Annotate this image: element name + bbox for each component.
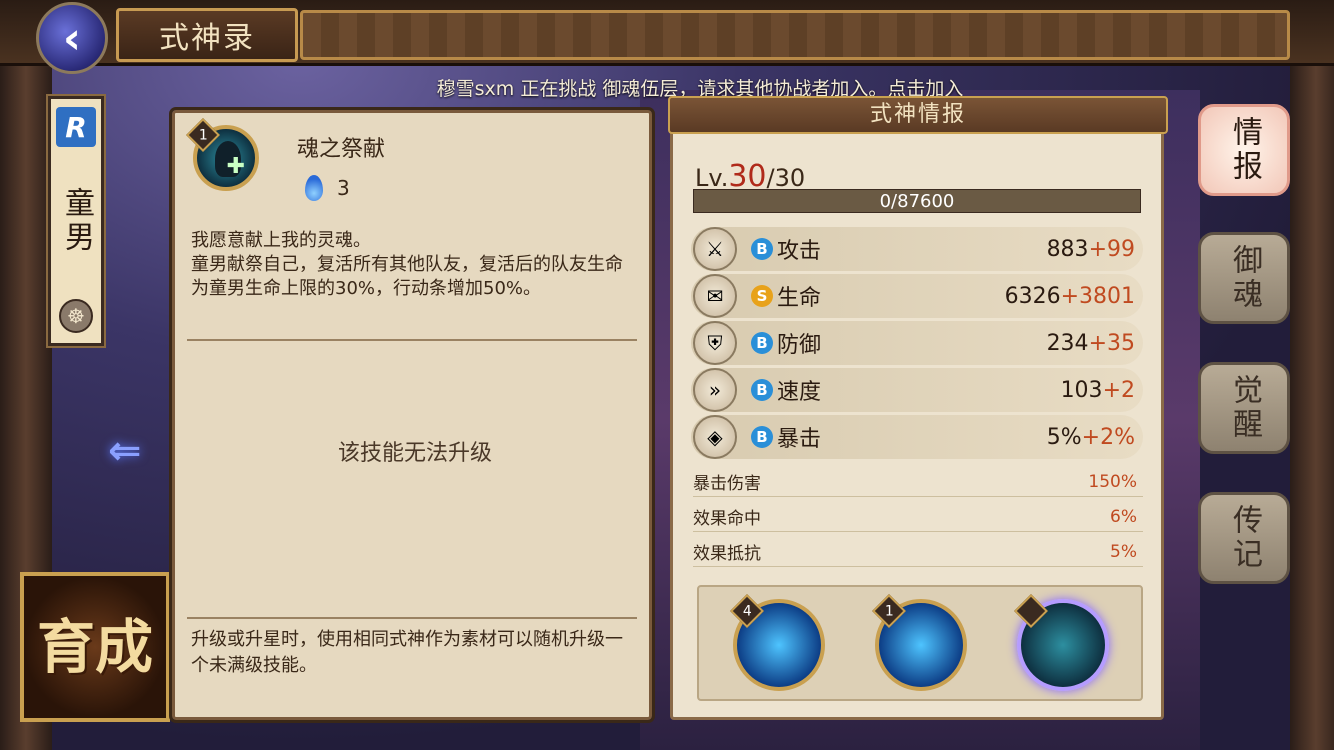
- stat-name: 暴击: [777, 427, 822, 452]
- skill-description: 我愿意献上我的灵魂。 童男献祭自己，复活所有其他队友，复活后的队友生命为童男生命…: [191, 230, 623, 299]
- stat-value: 5%+2%: [1046, 424, 1135, 450]
- shikigami-info-panel: Lv.30/30 0/87600 ⚔ B 攻击 883+99 ✉ S 生命 63…: [670, 124, 1164, 720]
- skill-level-badge: 1: [872, 594, 906, 628]
- stat-row-crit: ◈ B 暴击 5%+2%: [691, 415, 1143, 459]
- stat-value: 103+2: [1060, 377, 1135, 403]
- grade-badge: B: [751, 238, 773, 260]
- info-header: 式神情报: [668, 96, 1168, 134]
- skill-2-button[interactable]: 1: [872, 594, 967, 691]
- hp-icon: ✉: [693, 274, 737, 318]
- skill-level-badge: [1014, 594, 1048, 628]
- stat-name: 防御: [777, 333, 822, 358]
- stat-row-attack: ⚔ B 攻击 883+99: [691, 227, 1143, 271]
- sub-stat-effect-hit: 效果命中 6%: [693, 502, 1143, 532]
- nurture-label: 育成: [36, 613, 153, 681]
- rarity-badge: R: [56, 107, 96, 147]
- heal-plus-icon: ✚: [226, 154, 245, 179]
- pillar-right: [1290, 0, 1334, 750]
- shikigami-tag[interactable]: R 童男 ☸: [46, 94, 106, 348]
- skill-3-button[interactable]: [1014, 594, 1109, 691]
- stat-row-speed: » B 速度 103+2: [691, 368, 1143, 412]
- stat-name: 速度: [777, 380, 822, 405]
- skill-name: 魂之祭献: [297, 137, 386, 162]
- skill-list: 4 1: [697, 585, 1143, 701]
- lock-icon[interactable]: ☸: [59, 299, 93, 333]
- ghost-fire-icon: [305, 175, 323, 201]
- grade-badge: B: [751, 332, 773, 354]
- prev-arrow-icon[interactable]: ⇐: [108, 428, 168, 474]
- sub-stat-effect-resist: 效果抵抗 5%: [693, 537, 1143, 567]
- skill-cost-value: 3: [337, 176, 350, 200]
- stat-row-defense: ⛨ B 防御 234+35: [691, 321, 1143, 365]
- nurture-button[interactable]: 育成: [20, 572, 170, 722]
- attack-icon: ⚔: [693, 227, 737, 271]
- stat-name: 生命: [777, 286, 822, 311]
- grade-badge: S: [751, 285, 773, 307]
- upgrade-note: 升级或升星时，使用相同式神作为素材可以随机升级一个未满级技能。: [191, 629, 623, 676]
- title-strip: [300, 10, 1290, 60]
- back-button[interactable]: ‹: [36, 2, 108, 74]
- page-title: 式神录: [116, 8, 298, 62]
- crit-icon: ◈: [693, 415, 737, 459]
- sub-stat-crit-damage: 暴击伤害 150%: [693, 467, 1143, 497]
- grade-badge: B: [751, 379, 773, 401]
- defense-icon: ⛨: [693, 321, 737, 365]
- skill-level-badge: 4: [730, 594, 764, 628]
- no-upgrade-text: 该技能无法升级: [337, 441, 492, 466]
- divider: [187, 339, 637, 341]
- grade-badge: B: [751, 426, 773, 448]
- back-arrow-icon: ‹: [62, 12, 82, 64]
- stat-name: 攻击: [777, 239, 822, 264]
- divider: [187, 617, 637, 619]
- skill-detail-panel: ✚ 1 魂之祭献 3 我愿意献上我的灵魂。 童男献祭自己，复活所有其他队友，复活…: [169, 107, 655, 723]
- tab-awaken[interactable]: 觉醒: [1198, 362, 1290, 454]
- shikigami-name: 童男: [59, 187, 94, 255]
- tab-bio[interactable]: 传记: [1198, 492, 1290, 584]
- stat-value: 6326+3801: [1004, 283, 1135, 309]
- skill-1-button[interactable]: 4: [730, 594, 825, 691]
- tab-info[interactable]: 情报: [1198, 104, 1290, 196]
- skill-cost: 3: [305, 175, 350, 201]
- stat-value: 234+35: [1046, 330, 1135, 356]
- tab-soul[interactable]: 御魂: [1198, 232, 1290, 324]
- stat-value: 883+99: [1046, 236, 1135, 262]
- stat-row-hp: ✉ S 生命 6326+3801: [691, 274, 1143, 318]
- exp-bar: 0/87600: [693, 189, 1141, 213]
- speed-icon: »: [693, 368, 737, 412]
